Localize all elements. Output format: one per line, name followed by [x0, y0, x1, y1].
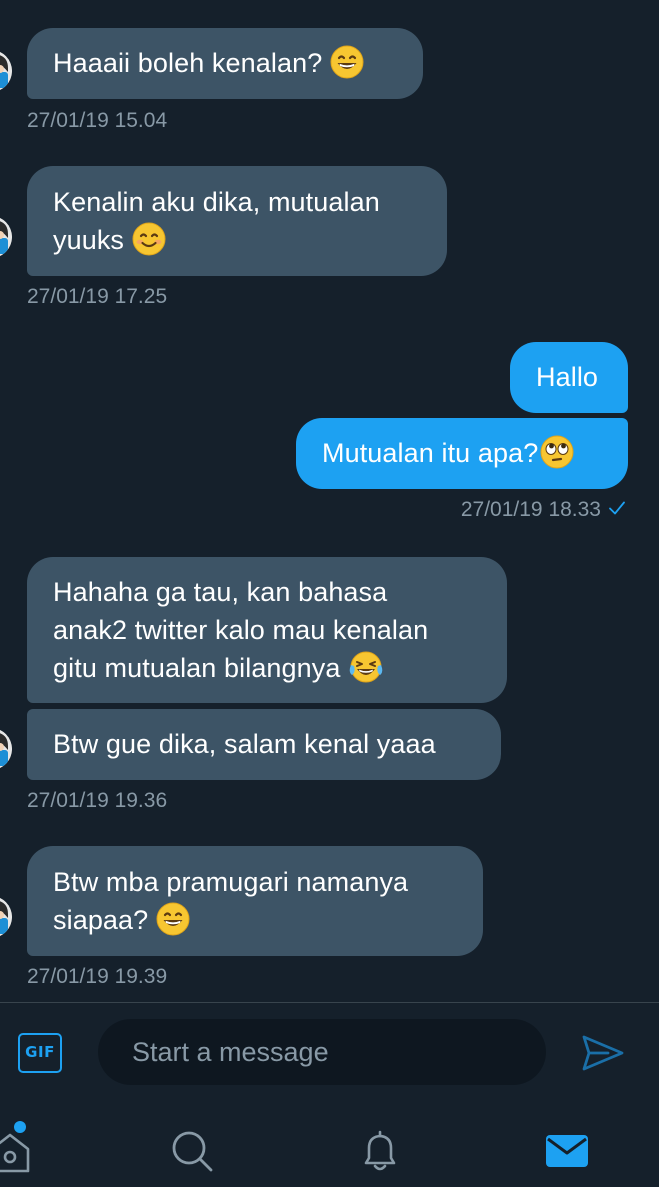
message-bubble[interactable]: Btw mba pramugari namanya siapaa? [27, 846, 483, 956]
message-text-line: siapaa? [53, 905, 149, 935]
tab-search[interactable] [168, 1127, 216, 1175]
message-bubble[interactable]: Haaaii boleh kenalan? [27, 28, 423, 99]
search-icon [172, 1131, 213, 1172]
send-icon[interactable] [578, 1031, 626, 1075]
message-thread: Haaaii boleh kenalan? 27/01/19 15.04 Ken… [0, 0, 659, 1002]
face-with-tears-of-joy-emoji-icon [349, 650, 383, 684]
home-icon [0, 1133, 30, 1173]
message-text-line: Kenalin aku dika, mutualan [53, 187, 380, 217]
message-bubble[interactable]: Kenalin aku dika, mutualan yuuks [27, 166, 447, 276]
bottom-tab-bar [0, 1103, 659, 1187]
message-timestamp: 27/01/19 17.25 [27, 285, 168, 308]
message-input[interactable] [98, 1019, 546, 1085]
message-text: Haaaii boleh kenalan? [53, 48, 323, 78]
message-bubble[interactable]: Btw gue dika, salam kenal yaaa [27, 709, 501, 780]
notifications-bell-icon [364, 1130, 396, 1171]
sender-avatar[interactable] [0, 728, 12, 770]
smiling-face-emoji-icon [132, 222, 166, 256]
message-timestamp: 27/01/19 18.33 [400, 497, 627, 523]
tab-home[interactable] [0, 1121, 34, 1175]
message-text: Hallo [536, 362, 599, 392]
timestamp-text: 27/01/19 18.33 [460, 498, 601, 521]
gif-button[interactable]: GIF [18, 1033, 62, 1073]
sender-avatar[interactable] [0, 896, 12, 938]
message-composer: GIF [0, 1003, 659, 1103]
message-bubble[interactable]: Hahaha ga tau, kan bahasa anak2 twitter … [27, 557, 507, 703]
message-bubble-outgoing[interactable]: Mutualan itu apa? [296, 418, 628, 489]
message-text-line: Btw mba pramugari namanya [53, 867, 409, 897]
messages-envelope-icon [546, 1135, 588, 1167]
message-timestamp: 27/01/19 19.36 [27, 789, 168, 812]
message-text-line: Hahaha ga tau, kan bahasa [53, 577, 388, 607]
message-text: Mutualan itu apa? [322, 438, 539, 468]
sender-avatar[interactable] [0, 50, 12, 92]
grinning-face-emoji-icon [156, 902, 190, 936]
message-bubble-outgoing[interactable]: Hallo [510, 342, 628, 413]
home-notification-dot [14, 1121, 26, 1133]
message-text-line: yuuks [53, 225, 125, 255]
message-text-line: gitu mutualan bilangnya [53, 653, 341, 683]
sender-avatar[interactable] [0, 216, 12, 258]
tab-notifications[interactable] [356, 1127, 404, 1175]
message-text-line: anak2 twitter kalo mau kenalan [53, 615, 429, 645]
grinning-face-emoji-icon [330, 45, 364, 79]
message-text: Btw gue dika, salam kenal yaaa [53, 729, 436, 759]
face-with-rolling-eyes-emoji-icon [540, 435, 574, 469]
read-check-icon [609, 501, 625, 515]
message-timestamp: 27/01/19 19.39 [27, 965, 168, 988]
message-timestamp: 27/01/19 15.04 [27, 109, 168, 132]
tab-messages[interactable] [543, 1127, 591, 1175]
